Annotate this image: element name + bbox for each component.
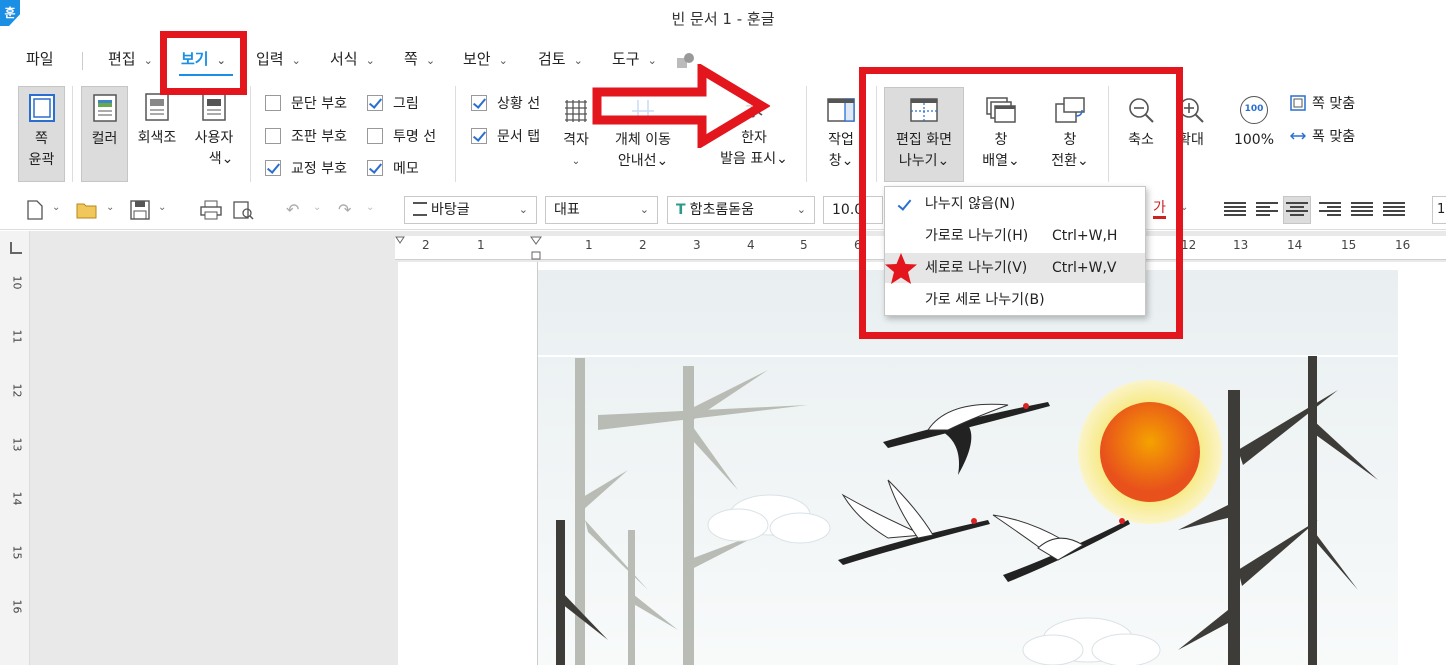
divide-icon[interactable] xyxy=(1383,200,1405,220)
page-outline-button[interactable]: 쪽 윤곽 xyxy=(18,86,65,182)
menu-review[interactable]: 검토 ⌄ xyxy=(538,48,583,72)
ribbon-divider xyxy=(250,86,251,182)
window-title: 빈 문서 1 - 훈글 xyxy=(671,10,775,28)
print-preview-icon[interactable] xyxy=(232,200,254,220)
chevron-down-icon: ⌄ xyxy=(143,54,153,67)
save-icon[interactable] xyxy=(130,200,150,220)
checkbox-box-checked[interactable] xyxy=(471,128,487,144)
paragraph-style-icon xyxy=(413,202,427,216)
checkbox-box[interactable] xyxy=(367,128,383,144)
picture-checkbox[interactable]: 그림 xyxy=(367,93,419,115)
table-mark-checkbox[interactable]: 조판 부호 xyxy=(265,126,347,148)
menu-security[interactable]: 보안 ⌄ xyxy=(463,48,508,72)
checkbox-box[interactable] xyxy=(265,95,281,111)
ribbon-divider xyxy=(455,86,456,182)
line-spacing-input[interactable]: 1 xyxy=(1432,196,1446,224)
zoom-100-button[interactable]: 100 100% xyxy=(1230,96,1278,151)
user-color-doc-icon xyxy=(202,93,226,121)
menu-file[interactable]: 파일 xyxy=(26,48,54,72)
chevron-down-icon[interactable]: ⌄ xyxy=(158,202,166,213)
left-margin-marker-icon[interactable] xyxy=(395,236,405,246)
align-right-icon[interactable] xyxy=(1319,200,1341,220)
hwp-window: 훈 빈 문서 1 - 훈글 파일 편집 ⌄ 보기 ⌄ 입력 ⌄ 서식 ⌄ 쪽 ⌄ 보안 ⌄ … xyxy=(0,0,1446,665)
grid-button[interactable]: 격자 ⌄ xyxy=(556,98,596,172)
new-document-icon[interactable] xyxy=(26,200,44,220)
chevron-down-icon: ⌄ xyxy=(291,54,301,67)
doc-tab-checkbox[interactable]: 문서 탭 xyxy=(471,126,540,148)
redo-icon[interactable]: ↷ xyxy=(338,200,351,220)
grid-icon xyxy=(565,100,587,122)
fit-page-icon xyxy=(1290,95,1306,111)
fit-width-icon xyxy=(1289,132,1307,140)
chevron-down-icon[interactable]: ⌄ xyxy=(366,202,374,213)
menu-edit[interactable]: 편집 ⌄ xyxy=(108,48,153,72)
chevron-down-icon[interactable]: ⌄ xyxy=(106,202,114,213)
style-select[interactable]: 바탕글 ⌄ xyxy=(404,196,537,224)
print-icon[interactable] xyxy=(200,200,222,220)
annotation-box-split-menu xyxy=(859,67,1183,339)
para-mark-checkbox[interactable]: 문단 부호 xyxy=(265,93,347,115)
ribbon-divider xyxy=(72,86,73,182)
distribute-icon[interactable] xyxy=(1351,200,1373,220)
align-justify-icon[interactable] xyxy=(1224,200,1246,220)
checkbox-box-checked[interactable] xyxy=(471,95,487,111)
menu-format[interactable]: 서식 ⌄ xyxy=(330,48,375,72)
truetype-font-icon: T xyxy=(676,202,686,218)
annotation-arrow xyxy=(592,64,770,148)
grayscale-doc-icon xyxy=(145,93,169,121)
grayscale-button[interactable]: 회색조 xyxy=(134,92,180,149)
revision-mark-checkbox[interactable]: 교정 부호 xyxy=(265,158,347,180)
color-doc-icon xyxy=(92,94,117,122)
indent-marker-icon[interactable] xyxy=(529,236,543,260)
ribbon-divider xyxy=(806,86,807,182)
page-outline-icon xyxy=(28,94,55,122)
chevron-down-icon: ⌄ xyxy=(573,54,583,67)
annotation-box-view-menu xyxy=(160,31,247,95)
user-color-button[interactable]: 사용자 색⌄ xyxy=(188,92,240,170)
checkbox-box-checked[interactable] xyxy=(367,160,383,176)
align-left-icon[interactable] xyxy=(1256,200,1278,220)
align-center-icon[interactable] xyxy=(1286,200,1308,220)
status-line-checkbox[interactable]: 상황 선 xyxy=(471,93,540,115)
chevron-down-icon: ⌄ xyxy=(425,54,436,67)
transparent-line-checkbox[interactable]: 투명 선 xyxy=(367,126,436,148)
checkbox-box-checked[interactable] xyxy=(367,95,383,111)
font-select[interactable]: T 함초롬돋움 ⌄ xyxy=(667,196,815,224)
chevron-down-icon: ⌄ xyxy=(518,203,528,216)
zoom-100-icon: 100 xyxy=(1240,96,1268,124)
fit-width-button[interactable]: 폭 맞춤 xyxy=(1289,126,1355,148)
checkbox-box-checked[interactable] xyxy=(265,160,281,176)
chevron-down-icon[interactable]: ⌄ xyxy=(52,202,60,213)
ruler-corner-icon[interactable] xyxy=(10,242,22,254)
undo-icon[interactable]: ↶ xyxy=(286,200,299,220)
checkbox-box[interactable] xyxy=(265,128,281,144)
chevron-down-icon: ⌄ xyxy=(365,54,375,67)
vertical-ruler: 10 11 12 13 14 15 16 xyxy=(10,275,24,614)
color-mode-button[interactable]: 컬러 xyxy=(81,86,128,182)
menu-input[interactable]: 입력 ⌄ xyxy=(256,48,301,72)
menu-page[interactable]: 쪽 ⌄ xyxy=(404,48,435,72)
task-pane-icon xyxy=(827,98,855,122)
menu-divider xyxy=(82,52,83,70)
chevron-down-icon: ⌄ xyxy=(498,54,508,67)
memo-checkbox[interactable]: 메모 xyxy=(367,158,419,180)
language-select[interactable]: 대표 ⌄ xyxy=(545,196,658,224)
chevron-down-icon[interactable]: ⌄ xyxy=(313,202,321,213)
fit-page-button[interactable]: 쪽 맞춤 xyxy=(1290,93,1355,115)
task-pane-button[interactable]: 작업 창⌄ xyxy=(818,96,864,172)
chevron-down-icon: ⌄ xyxy=(639,203,649,216)
open-folder-icon[interactable] xyxy=(76,200,98,220)
chevron-down-icon: ⌄ xyxy=(796,203,806,216)
